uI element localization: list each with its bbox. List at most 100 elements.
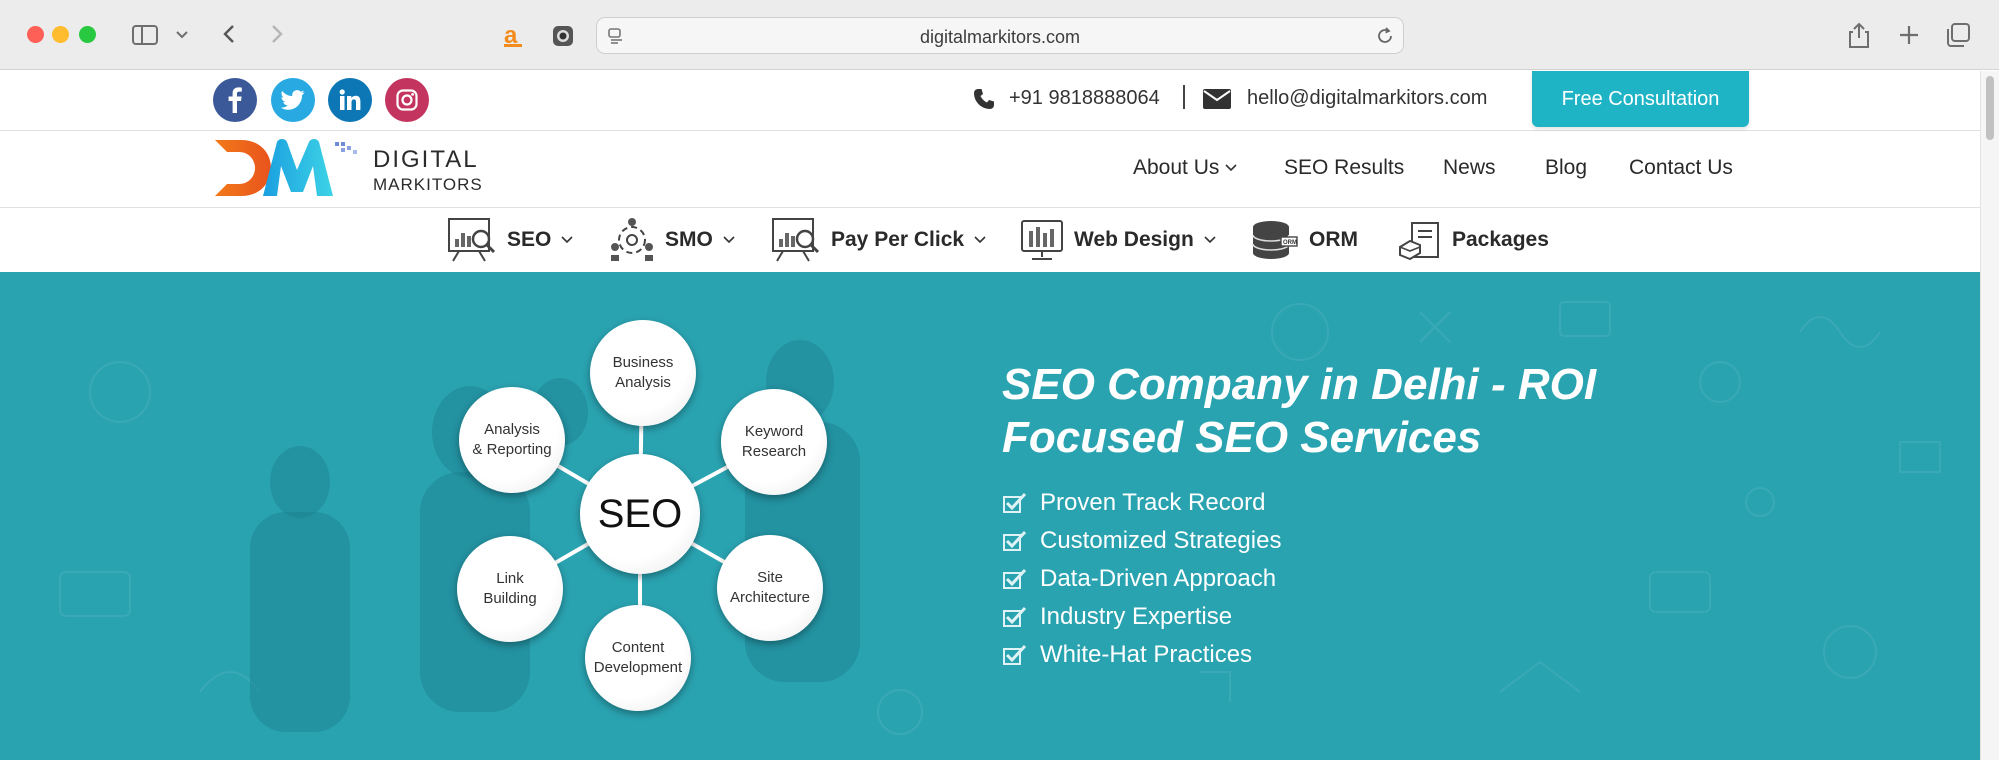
twitter-icon[interactable] [271, 78, 315, 122]
wheel-node-business-analysis: Business Analysis [590, 320, 696, 426]
chevron-down-icon [1204, 236, 1216, 244]
back-icon[interactable] [218, 20, 240, 48]
contact-divider [1183, 85, 1185, 109]
wheel-node-site-architecture: Site Architecture [717, 535, 823, 641]
checkbox-icon [1003, 606, 1027, 627]
wheel-node-line: Analysis [615, 374, 671, 391]
service-orm[interactable]: ORM ORM [1251, 217, 1358, 263]
close-window-button[interactable] [27, 26, 44, 43]
seo-process-wheel: SEO Business Analysis Keyword Research Sit… [440, 314, 860, 734]
facebook-icon[interactable] [213, 78, 257, 122]
wheel-center-seo: SEO [580, 454, 700, 574]
extension-record-icon[interactable] [550, 23, 576, 49]
chevron-down-icon [723, 236, 735, 244]
email-contact[interactable]: hello@digitalmarkitors.com [1203, 87, 1487, 110]
service-smo-label: SMO [665, 228, 713, 251]
nav-about-us[interactable]: About Us [1133, 156, 1237, 180]
bullet-text: Data-Driven Approach [1040, 565, 1277, 592]
wheel-node-line: Business [612, 354, 674, 371]
bullet-item: Proven Track Record [1002, 484, 1281, 522]
chevron-down-icon[interactable] [174, 25, 190, 45]
envelope-icon [1203, 88, 1231, 109]
new-tab-icon[interactable] [1896, 22, 1922, 48]
instagram-icon[interactable] [385, 78, 429, 122]
service-packages-label: Packages [1452, 228, 1549, 251]
bullet-text: Industry Expertise [1040, 603, 1233, 630]
minimize-window-button[interactable] [52, 26, 69, 43]
nav-news-label: News [1443, 156, 1496, 179]
social-network-icon [611, 218, 653, 261]
ppc-analytics-icon [772, 218, 820, 262]
share-icon[interactable] [1846, 20, 1872, 50]
svg-text:a: a [504, 23, 518, 47]
scrollbar-thumb[interactable] [1986, 76, 1994, 140]
svg-text:ORM: ORM [1283, 240, 1297, 246]
wheel-node-line: Link [496, 570, 524, 587]
hero-banner: SEO Business Analysis Keyword Research Sit… [0, 272, 1980, 760]
service-ppc-label: Pay Per Click [831, 228, 965, 251]
extension-a-icon[interactable]: a [500, 21, 526, 49]
nav-seo-results-label: SEO Results [1284, 156, 1405, 179]
service-seo-label: SEO [507, 228, 552, 251]
browser-toolbar: a digitalmarkitors.com [0, 0, 1999, 70]
nav-seo-results[interactable]: SEO Results [1284, 156, 1404, 180]
wheel-node-line: Content [611, 639, 665, 656]
chevron-down-icon [1225, 164, 1237, 172]
tab-overview-icon[interactable] [1944, 21, 1972, 49]
wheel-node-link-building: Link Building [457, 536, 563, 642]
zoom-window-button[interactable] [79, 26, 96, 43]
service-smo[interactable]: SMO [609, 217, 735, 263]
wheel-node-analysis-reporting: Analysis & Reporting [459, 387, 565, 493]
checkbox-icon [1003, 492, 1027, 513]
nav-contact-us[interactable]: Contact Us [1629, 156, 1733, 180]
bullet-item: Industry Expertise [1002, 598, 1281, 636]
service-web-design[interactable]: Web Design [1020, 217, 1216, 263]
service-packages[interactable]: Packages [1398, 217, 1549, 263]
service-seo[interactable]: SEO [447, 217, 573, 263]
phone-icon [974, 88, 994, 109]
service-ppc[interactable]: Pay Per Click [771, 217, 986, 263]
checkbox-icon [1003, 530, 1027, 551]
hero-title: SEO Company in Delhi - ROI Focused SEO S… [1002, 360, 1597, 462]
linkedin-icon[interactable] [328, 78, 372, 122]
orm-database-icon: ORM [1252, 221, 1298, 259]
checkbox-icon [1003, 644, 1027, 665]
hero-background-image [59, 301, 1941, 735]
services-bar: SEO SMO Pay Per Click Web Design ORM ORM… [0, 209, 1980, 272]
forward-icon[interactable] [266, 20, 288, 48]
service-orm-label: ORM [1309, 228, 1358, 251]
nav-blog-label: Blog [1545, 156, 1588, 179]
logo-line2: MARKITORS [373, 175, 483, 194]
bullet-text: Customized Strategies [1040, 527, 1282, 554]
nav-contact-us-label: Contact Us [1629, 156, 1733, 179]
wheel-node-line: Development [593, 659, 683, 676]
free-consultation-button[interactable]: Free Consultation [1532, 71, 1749, 127]
phone-number: +91 9818888064 [1009, 87, 1160, 109]
wheel-node-line: Building [483, 590, 537, 607]
page-scrollbar[interactable] [1980, 71, 1999, 760]
seo-analytics-icon [448, 218, 496, 262]
wheel-node-line: Keyword [744, 423, 804, 440]
bullet-item: Customized Strategies [1002, 522, 1281, 560]
logo-line1: DIGITAL [373, 146, 479, 173]
chevron-down-icon [561, 236, 573, 244]
bullet-text: White-Hat Practices [1040, 641, 1253, 668]
wheel-node-line: Site [757, 569, 783, 586]
wheel-node-keyword-research: Keyword Research [721, 389, 827, 495]
web-design-icon [1021, 220, 1063, 260]
phone-contact[interactable]: +91 9818888064 [973, 87, 1160, 110]
service-web-design-label: Web Design [1074, 228, 1194, 251]
url-text: digitalmarkitors.com [919, 27, 1081, 47]
nav-about-us-label: About Us [1133, 156, 1220, 179]
address-bar[interactable]: digitalmarkitors.com [596, 17, 1404, 54]
wheel-node-line: Analysis [484, 421, 540, 438]
bullet-text: Proven Track Record [1040, 489, 1266, 516]
nav-blog[interactable]: Blog [1545, 156, 1587, 180]
wheel-node-line: Architecture [729, 589, 811, 606]
sidebar-toggle-icon[interactable] [130, 22, 160, 48]
email-address: hello@digitalmarkitors.com [1247, 87, 1488, 109]
hero-bullet-list: Proven Track Record Customized Strategie… [1002, 484, 1281, 674]
reload-icon[interactable] [1375, 26, 1395, 46]
logo[interactable]: DIGITAL MARKITORS [213, 136, 483, 200]
nav-news[interactable]: News [1443, 156, 1496, 180]
